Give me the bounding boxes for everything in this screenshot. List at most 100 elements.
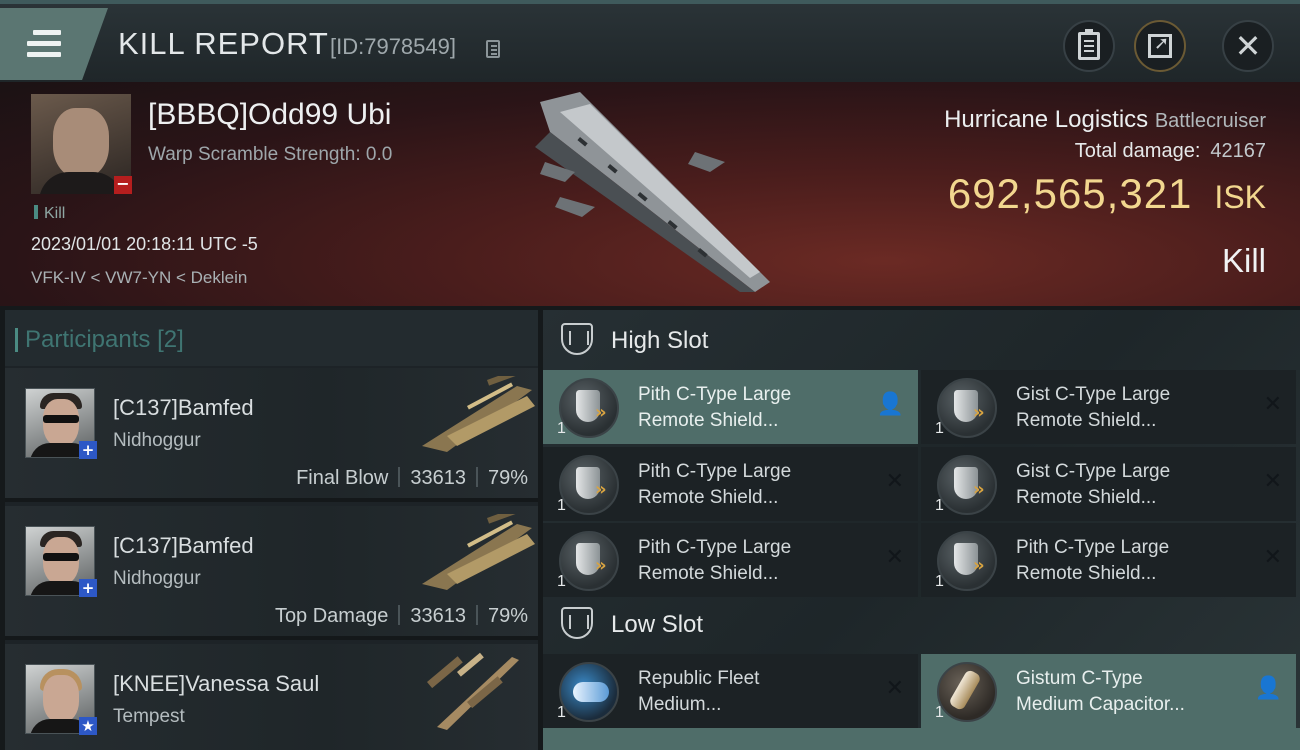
participant-ship: Nidhoggur bbox=[113, 430, 201, 451]
module-quantity: 1 bbox=[935, 420, 944, 437]
module-name-line1: Gist C-Type Large bbox=[1016, 384, 1171, 405]
participant-ship: Nidhoggur bbox=[113, 568, 201, 589]
ship-class: Battlecruiser bbox=[1154, 110, 1266, 132]
remote-shield-booster-icon: » bbox=[559, 531, 619, 591]
module-name-line1: Gist C-Type Large bbox=[1016, 461, 1171, 482]
share-button[interactable] bbox=[1134, 20, 1186, 72]
result-label: Kill bbox=[1221, 242, 1266, 279]
module-name: Gist C-Type Large Remote Shield... bbox=[1016, 382, 1246, 434]
participant-ship-image bbox=[427, 652, 519, 730]
participants-panel: Participants [2] + [C137]Bamfed Nidhoggu… bbox=[5, 310, 538, 750]
module-name-line2: Medium... bbox=[638, 694, 722, 715]
participant-row[interactable]: + [C137]Bamfed Nidhoggur Top Damage 33613… bbox=[5, 506, 538, 640]
remote-shield-booster-icon: » bbox=[559, 455, 619, 515]
participant-stats: Top Damage 33613 79% bbox=[275, 605, 528, 628]
module-name-line1: Republic Fleet bbox=[638, 668, 760, 689]
participants-count: [2] bbox=[157, 326, 184, 353]
participants-title: Participants [2] bbox=[15, 326, 184, 354]
participant-name: [KNEE]Vanessa Saul bbox=[113, 671, 320, 696]
participant-badge: + bbox=[79, 441, 97, 459]
module-name: Republic Fleet Medium... bbox=[638, 666, 868, 718]
total-damage-label: Total damage: bbox=[1074, 140, 1201, 162]
participant-row[interactable]: + [C137]Bamfed Nidhoggur Final Blow 33613… bbox=[5, 368, 538, 502]
victim-banner: − [BBBQ]Odd99 Ubi Warp Scramble Strength… bbox=[0, 82, 1300, 306]
module-name-line2: Remote Shield... bbox=[1016, 410, 1157, 431]
kill-location[interactable]: VFK-IV < VW7-YN < Deklein bbox=[31, 268, 247, 288]
close-icon: ✕ bbox=[1234, 27, 1262, 65]
module-item[interactable]: 1 Gistum C-Type Medium Capacitor... 👤 bbox=[921, 654, 1296, 728]
participant-damage: 33613 bbox=[410, 605, 466, 627]
page-title: KILL REPORT bbox=[118, 26, 329, 61]
victim-ship-image[interactable] bbox=[520, 92, 790, 292]
report-id: [ID:7978549] bbox=[330, 34, 456, 59]
module-name-line1: Pith C-Type Large bbox=[638, 384, 792, 405]
destroyed-icon: ✕ bbox=[885, 545, 904, 570]
module-item[interactable]: » 1 Pith C-Type Large Remote Shield... ✕ bbox=[543, 447, 918, 521]
module-name: Pith C-Type Large Remote Shield... bbox=[638, 535, 868, 587]
damage-control-icon bbox=[559, 662, 619, 722]
module-quantity: 1 bbox=[935, 704, 944, 721]
warp-scramble-strength: Warp Scramble Strength: 0.0 bbox=[148, 144, 393, 165]
isk-value: 692,565,321 ISK bbox=[948, 170, 1266, 218]
high-slot-label: High Slot bbox=[611, 327, 709, 354]
low-slot-header: Low Slot bbox=[543, 594, 1300, 654]
low-slot-icon bbox=[561, 607, 593, 639]
participant-badge: ★ bbox=[79, 717, 97, 735]
module-item[interactable]: » 1 Gist C-Type Large Remote Shield... ✕ bbox=[921, 370, 1296, 444]
module-quantity: 1 bbox=[557, 497, 566, 514]
destroyed-icon: ✕ bbox=[885, 469, 904, 494]
module-name-line2: Remote Shield... bbox=[1016, 487, 1157, 508]
kill-tag: Kill bbox=[34, 205, 65, 223]
participant-percent: 79% bbox=[487, 467, 528, 489]
total-damage: Total damage: 42167 bbox=[1075, 140, 1266, 163]
participant-ship-image bbox=[422, 514, 535, 590]
module-item[interactable]: » 1 Gist C-Type Large Remote Shield... ✕ bbox=[921, 447, 1296, 521]
close-button[interactable]: ✕ bbox=[1222, 20, 1274, 72]
participants-header: Participants [2] bbox=[5, 310, 538, 366]
top-bar: KILL REPORT [ID:7978549] ✕ bbox=[0, 0, 1300, 82]
module-name-line2: Remote Shield... bbox=[638, 410, 779, 431]
destroyed-icon: ✕ bbox=[1263, 545, 1282, 570]
participant-ship-image bbox=[422, 376, 535, 452]
remote-shield-booster-icon: » bbox=[937, 455, 997, 515]
pilot-icon[interactable]: 👤 bbox=[877, 394, 904, 416]
module-name-line2: Remote Shield... bbox=[638, 487, 779, 508]
victim-name[interactable]: [BBBQ]Odd99 Ubi bbox=[148, 98, 391, 132]
module-item[interactable]: » 1 Pith C-Type Large Remote Shield... ✕ bbox=[543, 523, 918, 597]
isk-unit: ISK bbox=[1214, 179, 1266, 215]
participant-role: Final Blow bbox=[296, 467, 389, 489]
module-name-line1: Gistum C-Type bbox=[1016, 668, 1143, 689]
module-quantity: 1 bbox=[557, 573, 566, 590]
module-name: Gistum C-Type Medium Capacitor... bbox=[1016, 666, 1246, 718]
menu-button[interactable] bbox=[0, 8, 108, 80]
victim-ship[interactable]: Hurricane Logistics Battlecruiser bbox=[944, 106, 1266, 134]
module-name-line2: Remote Shield... bbox=[1016, 563, 1157, 584]
module-quantity: 1 bbox=[935, 573, 944, 590]
remote-shield-booster-icon: » bbox=[937, 378, 997, 438]
clipboard-icon bbox=[1078, 29, 1100, 60]
participants-title-text: Participants bbox=[25, 326, 151, 353]
high-slot-icon bbox=[561, 323, 593, 355]
destroyed-icon: ✕ bbox=[1263, 392, 1282, 417]
copy-icon[interactable] bbox=[486, 40, 500, 58]
hostile-badge: − bbox=[114, 176, 132, 194]
module-item-partial[interactable] bbox=[543, 728, 1300, 750]
module-name: Gist C-Type Large Remote Shield... bbox=[1016, 459, 1246, 511]
remote-shield-booster-icon: » bbox=[559, 378, 619, 438]
remote-shield-booster-icon: » bbox=[937, 531, 997, 591]
destroyed-icon: ✕ bbox=[1263, 469, 1282, 494]
pilot-icon[interactable]: 👤 bbox=[1255, 678, 1282, 700]
module-item[interactable]: 1 Republic Fleet Medium... ✕ bbox=[543, 654, 918, 728]
module-item[interactable]: » 1 Pith C-Type Large Remote Shield... ✕ bbox=[921, 523, 1296, 597]
participant-name: [C137]Bamfed bbox=[113, 533, 254, 558]
module-name: Pith C-Type Large Remote Shield... bbox=[638, 382, 868, 434]
participant-row[interactable]: ★ [KNEE]Vanessa Saul Tempest bbox=[5, 644, 538, 750]
clipboard-button[interactable] bbox=[1063, 20, 1115, 72]
participant-badge: + bbox=[79, 579, 97, 597]
participant-percent: 79% bbox=[487, 605, 528, 627]
isk-amount: 692,565,321 bbox=[947, 170, 1193, 217]
module-name-line2: Medium Capacitor... bbox=[1016, 694, 1185, 715]
module-item[interactable]: » 1 Pith C-Type Large Remote Shield... 👤 bbox=[543, 370, 918, 444]
participant-name: [C137]Bamfed bbox=[113, 395, 254, 420]
module-name-line1: Pith C-Type Large bbox=[638, 537, 792, 558]
